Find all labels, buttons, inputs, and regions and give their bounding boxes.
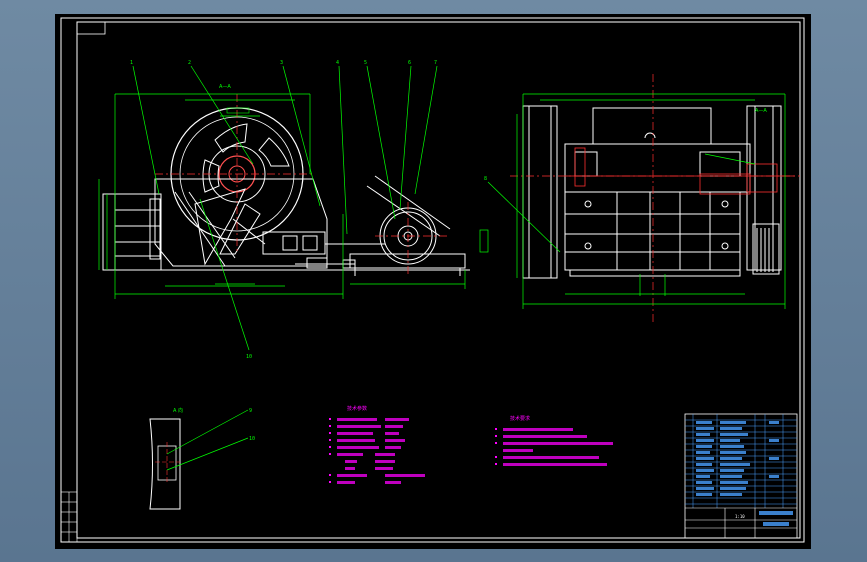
spec-title: 技术参数 <box>347 405 367 412</box>
part-no-6: 6 <box>408 60 411 66</box>
side-leader-labels: 8 <box>484 176 487 182</box>
detail-label: A 向 <box>173 407 183 414</box>
feed-hopper <box>102 193 162 271</box>
part-no-3: 3 <box>280 60 283 66</box>
side-section-label: A—A <box>755 108 767 114</box>
part-no-2: 2 <box>188 60 191 66</box>
detail-view: A 向 9 10 <box>149 407 255 510</box>
spec-rows <box>329 418 425 484</box>
corner-code-box <box>76 21 106 35</box>
part-no-9: 9 <box>249 408 252 414</box>
side-flywheel <box>522 105 558 279</box>
title-block: 1:10 <box>684 413 798 539</box>
side-view: 8 A—A <box>484 74 800 324</box>
part-no-8: 8 <box>484 176 487 182</box>
inner-border <box>76 21 801 539</box>
part-no-1: 1 <box>130 60 133 66</box>
front-leader-labels: 1 2 3 4 5 6 7 10 <box>130 60 437 360</box>
drawing-number <box>763 522 789 526</box>
part-no-5: 5 <box>364 60 367 66</box>
side-frame-body <box>564 107 751 277</box>
detail-leader-2 <box>166 437 249 471</box>
part-no-10: 10 <box>246 354 252 360</box>
detail-leader-1 <box>166 409 249 455</box>
binding-strip <box>60 491 78 543</box>
motor-pulley <box>349 175 466 276</box>
section-label: A—A <box>219 84 231 90</box>
technical-requirements: 技术要求 <box>495 415 613 466</box>
technical-parameters: 技术参数 <box>329 405 425 484</box>
req-lines <box>495 428 613 466</box>
scale-value: 1:10 <box>735 514 745 519</box>
part-no-10b: 10 <box>249 436 255 442</box>
detail-plate <box>149 418 181 510</box>
side-leaders <box>487 153 756 253</box>
side-internals <box>565 147 795 195</box>
outer-border <box>60 17 805 543</box>
req-title: 技术要求 <box>510 415 530 422</box>
drawing-canvas[interactable]: 1 2 3 4 5 6 7 10 A—A 8 A—A A 向 9 10 技术参数… <box>55 14 811 549</box>
part-no-4: 4 <box>336 60 339 66</box>
part-no-7: 7 <box>434 60 437 66</box>
front-leaders <box>132 65 438 351</box>
side-pulley <box>746 105 782 275</box>
tension-rod-assembly <box>262 231 385 269</box>
front-view: 1 2 3 4 5 6 7 10 A—A <box>98 60 489 360</box>
cad-drawing: 1 2 3 4 5 6 7 10 A—A 8 A—A A 向 9 10 技术参数… <box>60 17 805 543</box>
drawing-name <box>759 511 793 515</box>
